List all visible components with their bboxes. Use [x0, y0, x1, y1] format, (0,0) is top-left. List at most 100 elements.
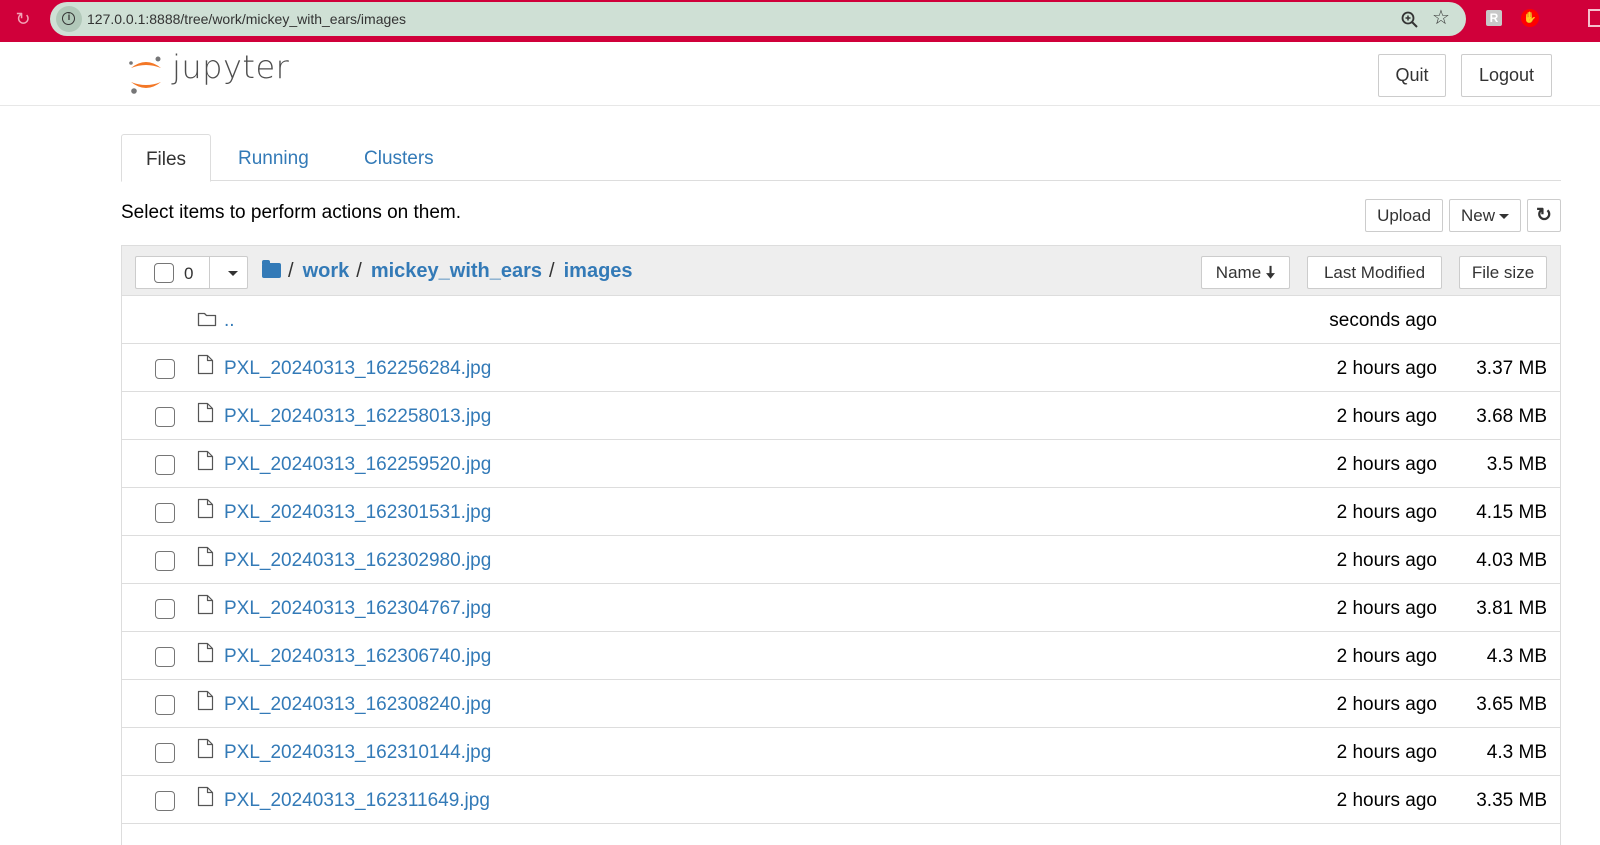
file-row[interactable]: PXL_20240313_162306740.jpg 2 hours ago 4… — [122, 632, 1560, 680]
file-checkbox[interactable] — [155, 647, 175, 667]
file-checkbox[interactable] — [155, 551, 175, 571]
file-checkbox[interactable] — [155, 455, 175, 475]
reload-icon[interactable]: ↻ — [12, 8, 34, 30]
quit-button[interactable]: Quit — [1378, 54, 1446, 97]
tab-running[interactable]: Running — [238, 134, 309, 181]
refresh-button[interactable]: ↻ — [1527, 199, 1561, 232]
file-row[interactable]: PXL_20240313_162301531.jpg 2 hours ago 4… — [122, 488, 1560, 536]
last-modified: 2 hours ago — [1336, 502, 1437, 523]
breadcrumb-mickey-with-ears[interactable]: mickey_with_ears — [371, 260, 542, 282]
tab-clusters[interactable]: Clusters — [364, 134, 434, 181]
file-checkbox[interactable] — [155, 743, 175, 763]
refresh-icon: ↻ — [1536, 205, 1552, 226]
file-row[interactable]: PXL_20240313_162256284.jpg 2 hours ago 3… — [122, 344, 1560, 392]
file-checkbox[interactable] — [155, 359, 175, 379]
file-size: 4.3 MB — [1486, 742, 1547, 763]
file-row[interactable]: PXL_20240313_162304767.jpg 2 hours ago 3… — [122, 584, 1560, 632]
file-checkbox[interactable] — [155, 695, 175, 715]
file-row[interactable]: PXL_20240313_162310144.jpg 2 hours ago 4… — [122, 728, 1560, 776]
file-size: 4.03 MB — [1476, 550, 1547, 571]
file-icon — [197, 546, 214, 567]
parent-directory-row[interactable]: .. seconds ago — [122, 296, 1560, 344]
file-icon — [197, 594, 214, 615]
parent-directory-link[interactable]: .. — [224, 296, 235, 346]
file-size: 3.81 MB — [1476, 598, 1547, 619]
last-modified: 2 hours ago — [1336, 358, 1437, 379]
tab-files[interactable]: Files — [121, 134, 211, 182]
breadcrumb: / work / mickey_with_ears / images — [262, 246, 633, 296]
upload-button[interactable]: Upload — [1365, 199, 1443, 232]
file-checkbox[interactable] — [155, 503, 175, 523]
file-name-link[interactable]: PXL_20240313_162308240.jpg — [224, 680, 491, 730]
file-name-link[interactable]: PXL_20240313_162301531.jpg — [224, 488, 491, 538]
select-all-checkbox[interactable] — [154, 263, 174, 283]
selected-count: 0 — [184, 264, 194, 283]
file-name-link[interactable]: PXL_20240313_162256284.jpg — [224, 344, 491, 394]
last-modified: 2 hours ago — [1336, 406, 1437, 427]
jupyter-header: jupyter Quit Logout — [0, 42, 1600, 106]
file-icon — [197, 786, 214, 807]
file-row[interactable]: PXL_20240313_162311649.jpg 2 hours ago 3… — [122, 776, 1560, 824]
new-dropdown-button[interactable]: New — [1449, 199, 1521, 232]
file-size: 3.65 MB — [1476, 694, 1547, 715]
last-modified: 2 hours ago — [1336, 550, 1437, 571]
file-row[interactable]: PXL_20240313_162302980.jpg 2 hours ago 4… — [122, 536, 1560, 584]
last-modified: 2 hours ago — [1336, 646, 1437, 667]
logout-button[interactable]: Logout — [1461, 54, 1552, 97]
file-size: 4.3 MB — [1486, 646, 1547, 667]
zoom-icon[interactable] — [1400, 10, 1420, 30]
file-size: 3.35 MB — [1476, 790, 1547, 811]
root-folder-icon[interactable] — [262, 260, 281, 278]
file-checkbox[interactable] — [155, 407, 175, 427]
last-modified: 2 hours ago — [1336, 790, 1437, 811]
url-text[interactable]: 127.0.0.1:8888/tree/work/mickey_with_ear… — [87, 2, 406, 36]
extension-icon[interactable]: R — [1486, 10, 1502, 26]
file-icon — [197, 354, 214, 375]
breadcrumb-separator: / — [356, 260, 362, 282]
caret-down-icon — [1499, 214, 1509, 220]
browser-toolbar: ↻ 127.0.0.1:8888/tree/work/mickey_with_e… — [0, 0, 1600, 42]
address-bar[interactable]: 127.0.0.1:8888/tree/work/mickey_with_ear… — [50, 2, 1466, 36]
file-size: 3.68 MB — [1476, 406, 1547, 427]
breadcrumb-images[interactable]: images — [564, 260, 633, 282]
last-modified: 2 hours ago — [1336, 598, 1437, 619]
file-checkbox[interactable] — [155, 791, 175, 811]
extensions-puzzle-icon[interactable] — [1588, 9, 1600, 27]
file-checkbox[interactable] — [155, 599, 175, 619]
tab-bar: Files Running Clusters — [121, 134, 1561, 182]
sort-by-modified-button[interactable]: Last Modified — [1307, 256, 1442, 289]
file-row[interactable]: PXL_20240313_162258013.jpg 2 hours ago 3… — [122, 392, 1560, 440]
file-size: 3.5 MB — [1486, 454, 1547, 475]
sort-by-name-button[interactable]: Name 🠇 — [1201, 256, 1290, 289]
arrow-down-icon: 🠇 — [1265, 263, 1276, 282]
file-name-link[interactable]: PXL_20240313_162302980.jpg — [224, 536, 491, 586]
file-name-link[interactable]: PXL_20240313_162306740.jpg — [224, 632, 491, 682]
file-name-link[interactable]: PXL_20240313_162304767.jpg — [224, 584, 491, 634]
site-info-icon[interactable] — [56, 6, 82, 32]
bookmark-star-icon[interactable]: ☆ — [1432, 8, 1452, 28]
file-row[interactable]: PXL_20240313_162259520.jpg 2 hours ago 3… — [122, 440, 1560, 488]
last-modified: seconds ago — [1329, 310, 1437, 331]
extension-hand-icon[interactable]: ✋ — [1521, 9, 1539, 27]
file-list: 0 / work / mickey_with_ears / images Name 🠇 L… — [121, 245, 1561, 845]
last-modified: 2 hours ago — [1336, 742, 1437, 763]
file-name-link[interactable]: PXL_20240313_162311649.jpg — [224, 776, 490, 826]
file-icon — [197, 450, 214, 471]
last-modified: 2 hours ago — [1336, 454, 1437, 475]
breadcrumb-work[interactable]: work — [303, 260, 350, 282]
file-name-link[interactable]: PXL_20240313_162310144.jpg — [224, 728, 491, 778]
file-name-link[interactable]: PXL_20240313_162259520.jpg — [224, 440, 491, 490]
divider — [209, 257, 210, 288]
file-name-link[interactable]: PXL_20240313_162258013.jpg — [224, 392, 491, 442]
breadcrumb-separator: / — [549, 260, 555, 282]
file-icon — [197, 498, 214, 519]
select-all-group: 0 — [135, 256, 248, 289]
jupyter-logo-text[interactable]: jupyter — [172, 48, 289, 86]
new-label: New — [1460, 206, 1495, 225]
jupyter-logo-icon[interactable] — [126, 52, 166, 96]
select-dropdown-caret-icon[interactable] — [228, 271, 238, 276]
sort-by-size-button[interactable]: File size — [1459, 256, 1547, 289]
file-list-header: 0 / work / mickey_with_ears / images Name 🠇 L… — [122, 246, 1560, 296]
file-row[interactable]: PXL_20240313_162308240.jpg 2 hours ago 3… — [122, 680, 1560, 728]
file-icon — [197, 690, 214, 711]
